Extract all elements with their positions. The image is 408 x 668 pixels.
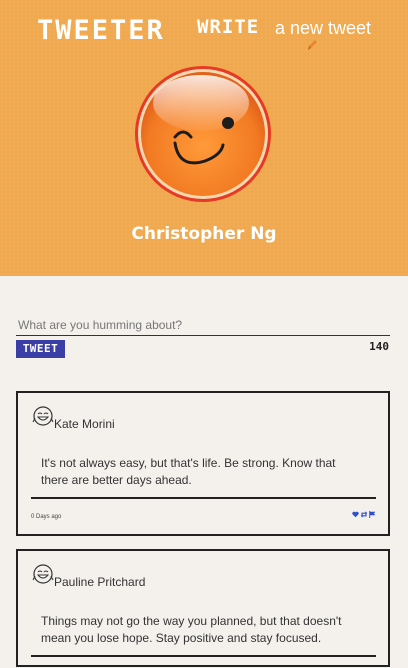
profile-header: TWEETER WRITE a new tweet Christopher Ng [0, 0, 408, 276]
tweet-text: It's not always easy, but that's life. B… [41, 456, 336, 487]
tweet-actions [352, 511, 376, 518]
flag-icon[interactable] [369, 511, 376, 518]
profile-name: Christopher Ng [131, 224, 277, 244]
write-tweet-link[interactable]: WRITE a new tweet [197, 16, 371, 38]
retweet-icon[interactable] [360, 511, 368, 518]
wink-smiley-icon [133, 65, 273, 210]
app-logo[interactable]: TWEETER [37, 15, 165, 46]
tweet-input[interactable] [16, 314, 390, 336]
tweet-card: Kate Morini It's not always easy, but th… [16, 391, 390, 536]
tweet-author[interactable]: Kate Morini [54, 417, 115, 431]
laughing-face-icon [32, 563, 54, 590]
write-word: WRITE [197, 16, 260, 38]
tweet-card: Pauline Pritchard Things may not go the … [16, 549, 390, 667]
tweet-timestamp: 0 Days ago [31, 514, 62, 520]
tweet-divider [31, 497, 376, 499]
char-count: 140 [369, 340, 389, 353]
pen-icon[interactable] [305, 38, 319, 57]
tweet-text: Things may not go the way you planned, b… [41, 614, 342, 645]
heart-icon[interactable] [352, 511, 359, 518]
laughing-face-icon [32, 405, 54, 432]
tweet-author[interactable]: Pauline Pritchard [54, 575, 145, 589]
tweet-button[interactable]: TWEET [16, 340, 65, 358]
write-rest-text: a new tweet [275, 18, 372, 38]
tweet-divider [31, 655, 376, 657]
